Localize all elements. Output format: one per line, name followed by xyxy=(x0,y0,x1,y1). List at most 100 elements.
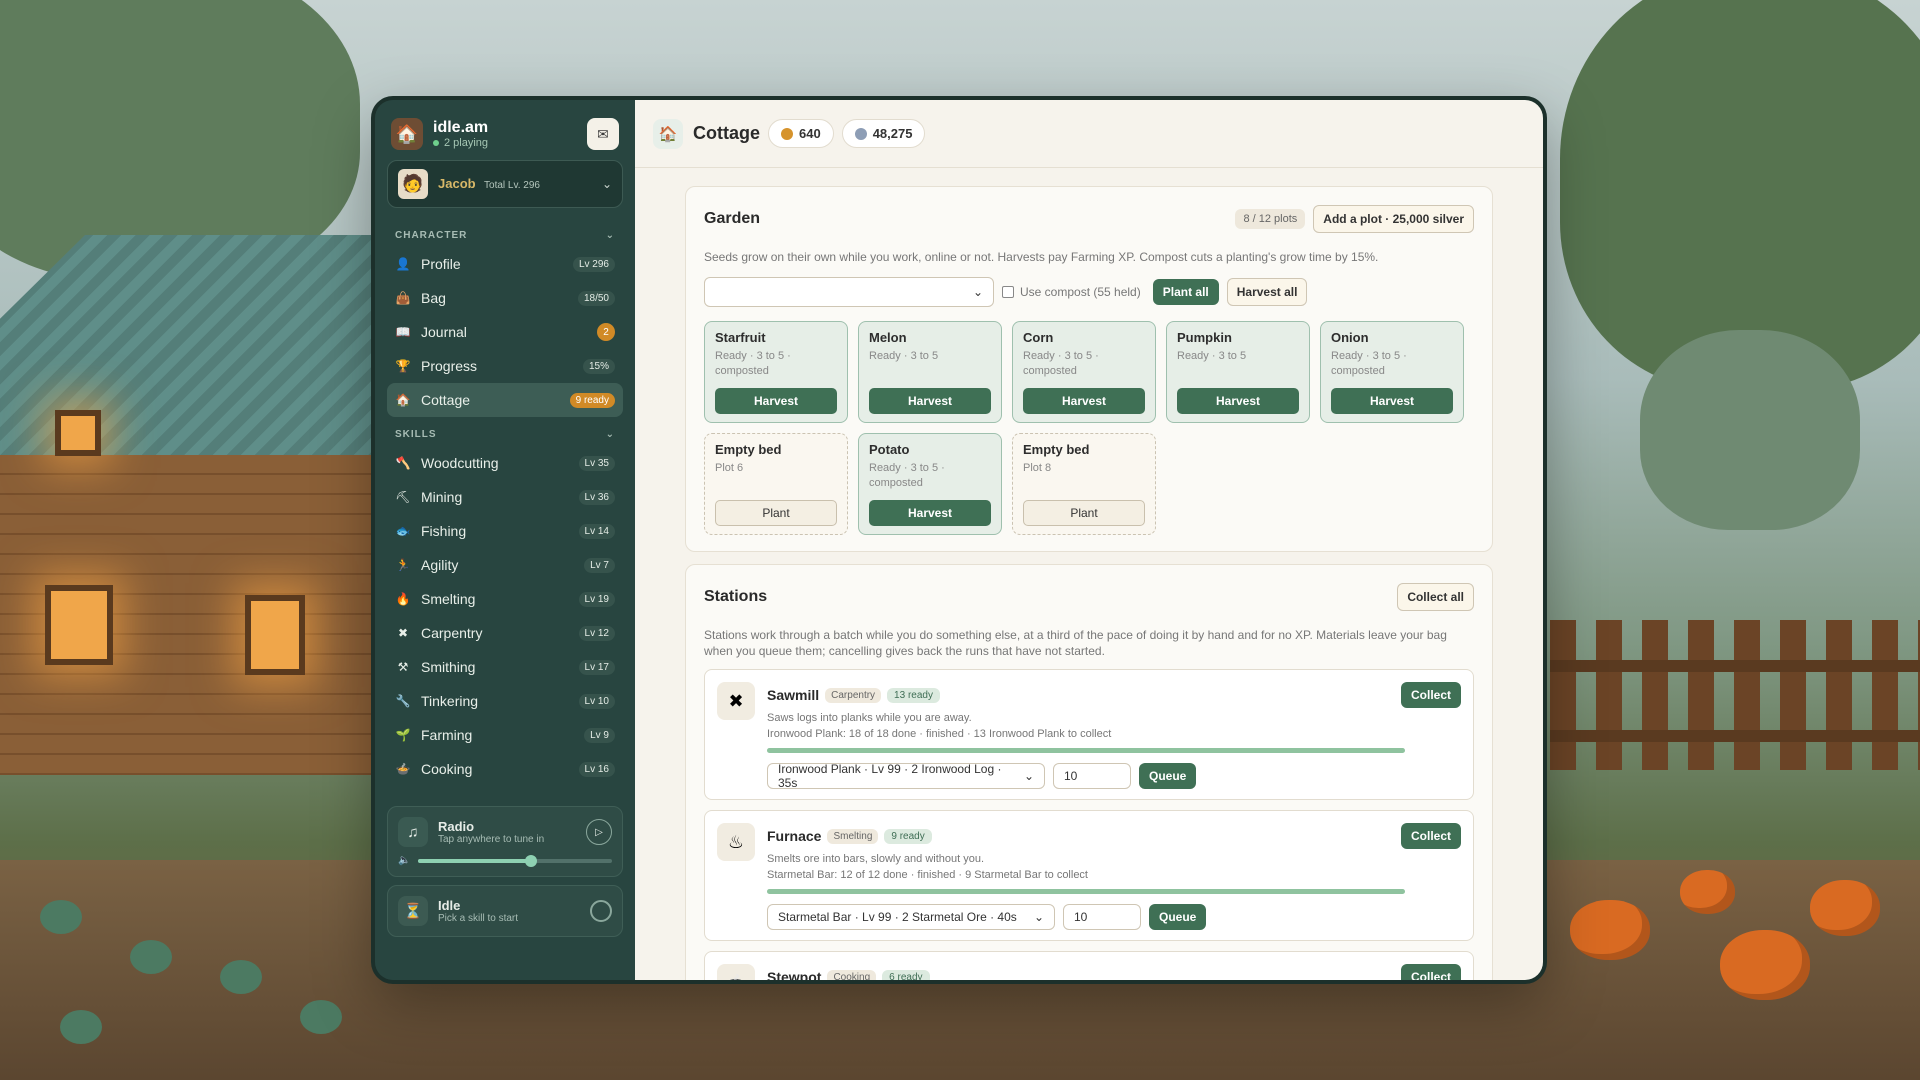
compost-checkbox[interactable] xyxy=(1002,286,1014,298)
sidebar-item-cooking[interactable]: 🍲 Cooking Lv 16 xyxy=(387,752,623,786)
sidebar-item-woodcutting[interactable]: 🪓 Woodcutting Lv 35 xyxy=(387,446,623,480)
recipe-select-value: Ironwood Plank · Lv 99 · 2 Ironwood Log … xyxy=(778,762,1002,790)
harvest-button[interactable]: Harvest xyxy=(869,388,991,414)
sidebar-item-carpentry[interactable]: ✖ Carpentry Lv 12 xyxy=(387,616,623,650)
queue-button[interactable]: Queue xyxy=(1139,763,1197,789)
bag-count-badge: 18/50 xyxy=(577,290,615,306)
mail-icon: ✉ xyxy=(597,125,609,142)
app-name: idle.am xyxy=(433,119,489,136)
fence-rail xyxy=(1550,660,1920,672)
station-ready-badge: 6 ready xyxy=(882,969,930,980)
harvest-button[interactable]: Harvest xyxy=(869,500,991,526)
garden-bed: Melon Ready · 3 to 5 Harvest xyxy=(858,321,1002,423)
sidebar-item-label: Farming xyxy=(421,727,473,743)
collect-button[interactable]: Collect xyxy=(1400,823,1461,849)
section-skills-header[interactable]: SKILLS ⌄ xyxy=(387,417,623,446)
station-name: Stewpot xyxy=(767,969,822,980)
scroll-area[interactable]: Garden 8 / 12 plots Add a plot · 25,000 … xyxy=(635,168,1543,980)
station-status: Ironwood Plank: 18 of 18 done · finished… xyxy=(767,728,1112,740)
level-badge: Lv 19 xyxy=(578,591,615,607)
plant-button[interactable]: Plant xyxy=(1023,500,1145,526)
cottage-logo-icon: 🏠 xyxy=(391,118,423,150)
sidebar-item-label: Journal xyxy=(421,324,467,340)
brand-header: 🏠 idle.am 2 playing ✉ xyxy=(387,114,623,160)
harvest-button[interactable]: Harvest xyxy=(1177,388,1299,414)
sidebar-item-journal[interactable]: 📖 Journal 2 xyxy=(387,315,623,349)
level-badge: Lv 17 xyxy=(578,659,615,675)
garden-bed: Starfruit Ready · 3 to 5 · composted Harve… xyxy=(704,321,848,423)
garden-bed: Onion Ready · 3 to 5 · composted Harvest xyxy=(1320,321,1464,423)
bed-status: Ready · 3 to 5 · composted xyxy=(715,350,791,377)
sidebar-item-progress[interactable]: 🏆 Progress 15% xyxy=(387,349,623,383)
journal-count-badge: 2 xyxy=(597,323,615,341)
quantity-input[interactable]: 10 xyxy=(1053,763,1131,789)
online-status: 2 playing xyxy=(433,137,488,149)
mail-button[interactable]: ✉ xyxy=(587,118,619,150)
station-skill-tag: Carpentry xyxy=(825,687,882,703)
sidebar-item-profile[interactable]: 👤 Profile Lv 296 xyxy=(387,247,623,281)
furnace-icon: ♨ xyxy=(717,823,755,861)
character-switcher[interactable]: 🧑 Jacob Total Lv. 296 ⌄ xyxy=(387,160,623,208)
level-badge: Lv 9 xyxy=(584,727,615,743)
silver-amount: 48,275 xyxy=(872,126,913,141)
garden-bed: Potato Ready · 3 to 5 · composted Harvest xyxy=(858,433,1002,535)
volume-knob[interactable] xyxy=(524,854,537,867)
gold-balance: 640 xyxy=(768,119,834,148)
compost-toggle[interactable]: Use compost (55 held) xyxy=(1002,285,1141,299)
sidebar-item-bag[interactable]: 👜 Bag 18/50 xyxy=(387,281,623,315)
plant-all-button[interactable]: Plant all xyxy=(1152,279,1219,305)
sidebar-item-label: Cottage xyxy=(421,392,471,408)
radio-subtitle: Tap anywhere to tune in xyxy=(438,834,545,845)
add-plot-button[interactable]: Add a plot · 25,000 silver xyxy=(1313,205,1474,233)
sidebar-item-mining[interactable]: ⛏ Mining Lv 36 xyxy=(387,480,623,514)
harvest-all-button[interactable]: Harvest all xyxy=(1226,278,1308,306)
radio-widget[interactable]: ♫ Radio Tap anywhere to tune in ▷ 🔈 xyxy=(387,806,623,877)
garden-title: Garden xyxy=(704,210,761,227)
queue-button[interactable]: Queue xyxy=(1149,904,1207,930)
gold-amount: 640 xyxy=(799,126,821,141)
harvest-button[interactable]: Harvest xyxy=(715,388,837,414)
level-badge: Lv 296 xyxy=(572,256,615,272)
recipe-select[interactable]: Ironwood Plank · Lv 99 · 2 Ironwood Log … xyxy=(767,762,1045,790)
harvest-button[interactable]: Harvest xyxy=(1331,388,1453,414)
cabbage xyxy=(40,900,82,934)
recipe-select[interactable]: Starmetal Bar · Lv 99 · 2 Starmetal Ore … xyxy=(767,904,1055,930)
page-title: Cottage xyxy=(693,123,760,143)
volume-fill xyxy=(418,858,531,863)
level-badge: Lv 14 xyxy=(578,523,615,539)
idle-status-card[interactable]: ⏳ Idle Pick a skill to start xyxy=(387,885,623,937)
play-icon: ▷ xyxy=(595,826,603,838)
sidebar-item-smelting[interactable]: 🔥 Smelting Lv 19 xyxy=(387,582,623,616)
collect-all-button[interactable]: Collect all xyxy=(1397,583,1474,611)
harvest-button[interactable]: Harvest xyxy=(1023,388,1145,414)
profile-icon: 👤 xyxy=(395,257,411,271)
sidebar-item-agility[interactable]: 🏃 Agility Lv 7 xyxy=(387,548,623,582)
play-button[interactable]: ▷ xyxy=(586,819,612,845)
collect-button[interactable]: Collect xyxy=(1400,964,1461,980)
plant-button[interactable]: Plant xyxy=(715,500,837,526)
pumpkin xyxy=(1720,930,1810,1000)
collect-button[interactable]: Collect xyxy=(1400,682,1461,708)
cottage-icon: 🏠 xyxy=(653,118,683,149)
station-progress-bar xyxy=(767,748,1405,753)
station-card: ♨ Furnace Smelting 9 ready Collect Smelt… xyxy=(704,810,1474,941)
plots-count: 8 / 12 plots xyxy=(1235,209,1306,229)
station-description: Smelts ore into bars, slowly and without… xyxy=(767,853,985,865)
level-badge: Lv 10 xyxy=(578,693,615,709)
sidebar-item-smithing[interactable]: ⚒ Smithing Lv 17 xyxy=(387,650,623,684)
stations-title: Stations xyxy=(704,588,768,605)
section-title: CHARACTER xyxy=(395,230,468,241)
sidebar-item-fishing[interactable]: 🐟 Fishing Lv 14 xyxy=(387,514,623,548)
sidebar-item-tinkering[interactable]: 🔧 Tinkering Lv 10 xyxy=(387,684,623,718)
station-skill-tag: Smelting xyxy=(827,828,879,844)
section-character-header[interactable]: CHARACTER ⌄ xyxy=(387,218,623,247)
seed-select[interactable]: ⌄ xyxy=(704,277,994,307)
sidebar-item-farming[interactable]: 🌱 Farming Lv 9 xyxy=(387,718,623,752)
sidebar-item-cottage[interactable]: 🏠 Cottage 9 ready xyxy=(387,383,623,417)
anvil-icon: ⚒ xyxy=(397,660,409,674)
bed-status: Plot 8 xyxy=(1023,462,1052,474)
volume-slider[interactable] xyxy=(418,854,612,867)
level-badge: Lv 16 xyxy=(578,761,615,777)
app-window: 🏠 idle.am 2 playing ✉ 🧑 Jacob Total Lv. … xyxy=(375,100,1543,980)
quantity-input[interactable]: 10 xyxy=(1063,904,1141,930)
